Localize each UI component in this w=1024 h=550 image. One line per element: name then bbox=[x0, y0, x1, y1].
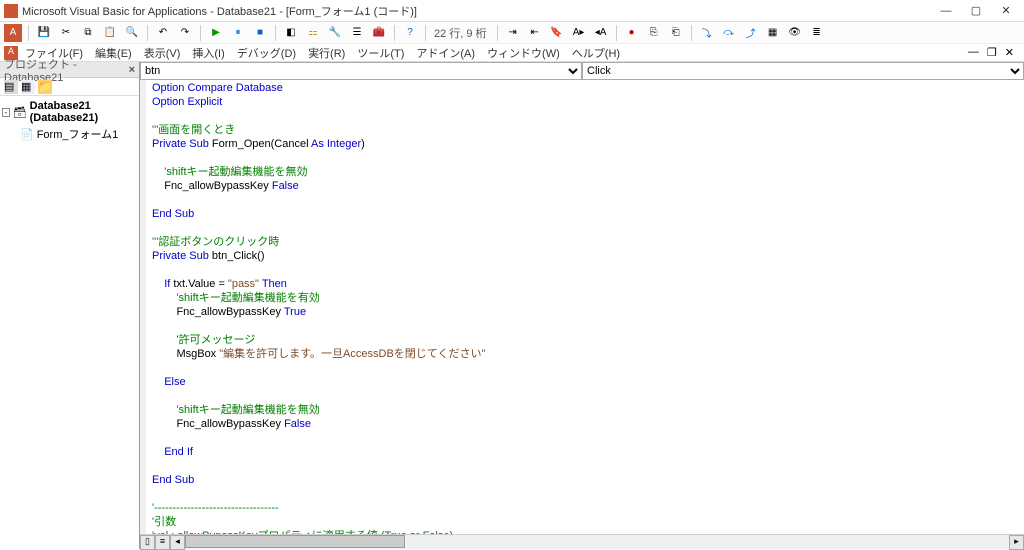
help-icon[interactable]: ? bbox=[401, 24, 419, 42]
procedure-view-icon[interactable]: ≡ bbox=[155, 535, 170, 550]
line-column-indicator: 22 行, 9 桁 bbox=[434, 25, 487, 41]
next-bookmark-icon[interactable]: A▸ bbox=[570, 24, 588, 42]
design-icon[interactable]: ◧ bbox=[282, 24, 300, 42]
menu-run[interactable]: 実行(R) bbox=[303, 44, 350, 62]
tree-item-label: Form_フォーム1 bbox=[37, 126, 119, 142]
menu-debug[interactable]: デバッグ(D) bbox=[232, 44, 301, 62]
stepover-icon[interactable]: ⤼ bbox=[720, 24, 738, 42]
minimize-button[interactable]: — bbox=[940, 5, 952, 17]
find-icon[interactable]: 🔍 bbox=[123, 24, 141, 42]
browser-icon[interactable]: ☰ bbox=[348, 24, 366, 42]
mdi-restore-button[interactable]: ❐ bbox=[987, 46, 997, 59]
window-title: Microsoft Visual Basic for Applications … bbox=[22, 3, 940, 19]
break-icon[interactable]: ⏸ bbox=[229, 24, 247, 42]
view-object-icon[interactable]: ▦ bbox=[21, 80, 35, 94]
tree-root[interactable]: - 🗃 Database21 (Database21) bbox=[2, 99, 137, 125]
watch-icon[interactable]: 👁 bbox=[786, 24, 804, 42]
code-pane: btn Click Option Compare Database Option… bbox=[140, 62, 1024, 549]
object-combo[interactable]: btn bbox=[140, 62, 582, 80]
code-editor[interactable]: Option Compare Database Option Explicit … bbox=[140, 80, 1024, 534]
fullmodule-view-icon[interactable]: ▯ bbox=[140, 535, 155, 550]
paste-icon[interactable]: 📋 bbox=[101, 24, 119, 42]
app-icon bbox=[4, 4, 18, 18]
folder-toggle-icon[interactable]: 📁 bbox=[38, 80, 52, 94]
project-tree[interactable]: - 🗃 Database21 (Database21) 📄 Form_フォーム1 bbox=[0, 96, 139, 549]
menu-insert[interactable]: 挿入(I) bbox=[187, 44, 229, 62]
scrollbar-track[interactable] bbox=[185, 535, 1009, 549]
uncomment-icon[interactable]: ⎗ bbox=[667, 24, 685, 42]
indent-icon[interactable]: ⇥ bbox=[504, 24, 522, 42]
horizontal-scrollbar[interactable]: ▯ ≡ ◂ ▸ bbox=[140, 534, 1024, 549]
stepinto-icon[interactable]: ⤵ bbox=[698, 24, 716, 42]
prev-bookmark-icon[interactable]: ◂A bbox=[592, 24, 610, 42]
access-icon[interactable]: A bbox=[4, 24, 22, 42]
bookmark-icon[interactable]: 🔖 bbox=[548, 24, 566, 42]
project-icon[interactable]: ⚏ bbox=[304, 24, 322, 42]
project-toolbar: ▤ ▦ 📁 bbox=[0, 78, 139, 96]
locals-icon[interactable]: ▦ bbox=[764, 24, 782, 42]
copy-icon[interactable]: ⧉ bbox=[79, 24, 97, 42]
project-explorer: プロジェクト - Database21 × ▤ ▦ 📁 - 🗃 Database… bbox=[0, 62, 140, 549]
procedure-combo[interactable]: Click bbox=[582, 62, 1024, 80]
window-buttons: — ▢ ✕ bbox=[940, 5, 1020, 17]
toolbox-icon[interactable]: 🧰 bbox=[370, 24, 388, 42]
standard-toolbar: A 💾 ✂ ⧉ 📋 🔍 ↶ ↷ ▶ ⏸ ■ ◧ ⚏ 🔧 ☰ 🧰 ? 22 行, … bbox=[0, 22, 1024, 44]
run-icon[interactable]: ▶ bbox=[207, 24, 225, 42]
maximize-button[interactable]: ▢ bbox=[970, 5, 982, 17]
form-icon: 📄 bbox=[20, 128, 34, 141]
mdi-buttons: — ❐ ✕ bbox=[968, 46, 1020, 59]
stepout-icon[interactable]: ⤴ bbox=[742, 24, 760, 42]
menu-window[interactable]: ウィンドウ(W) bbox=[482, 44, 565, 62]
menu-addins[interactable]: アドイン(A) bbox=[411, 44, 480, 62]
project-icon: 🗃 bbox=[13, 106, 27, 119]
undo-icon[interactable]: ↶ bbox=[154, 24, 172, 42]
mdi-close-button[interactable]: ✕ bbox=[1005, 46, 1014, 59]
close-button[interactable]: ✕ bbox=[1000, 5, 1012, 17]
project-close-button[interactable]: × bbox=[129, 64, 135, 76]
code-combos: btn Click bbox=[140, 62, 1024, 80]
scroll-left-icon[interactable]: ◂ bbox=[170, 535, 185, 550]
tree-root-label: Database21 (Database21) bbox=[30, 100, 137, 124]
callstack-icon[interactable]: ≣ bbox=[808, 24, 826, 42]
reset-icon[interactable]: ■ bbox=[251, 24, 269, 42]
cut-icon[interactable]: ✂ bbox=[57, 24, 75, 42]
comment-icon[interactable]: ⎘ bbox=[645, 24, 663, 42]
breakpoint-icon[interactable]: ● bbox=[623, 24, 641, 42]
menu-help[interactable]: ヘルプ(H) bbox=[567, 44, 625, 62]
properties-icon[interactable]: 🔧 bbox=[326, 24, 344, 42]
main-area: プロジェクト - Database21 × ▤ ▦ 📁 - 🗃 Database… bbox=[0, 62, 1024, 549]
menu-tools[interactable]: ツール(T) bbox=[352, 44, 409, 62]
outdent-icon[interactable]: ⇤ bbox=[526, 24, 544, 42]
save-icon[interactable]: 💾 bbox=[35, 24, 53, 42]
redo-icon[interactable]: ↷ bbox=[176, 24, 194, 42]
project-header: プロジェクト - Database21 × bbox=[0, 62, 139, 78]
scroll-right-icon[interactable]: ▸ bbox=[1009, 535, 1024, 550]
menu-bar: A ファイル(F) 編集(E) 表示(V) 挿入(I) デバッグ(D) 実行(R… bbox=[0, 44, 1024, 62]
tree-toggle-icon[interactable]: - bbox=[2, 108, 10, 117]
mdi-minimize-button[interactable]: — bbox=[968, 46, 979, 59]
scrollbar-thumb[interactable] bbox=[185, 535, 405, 548]
view-code-icon[interactable]: ▤ bbox=[4, 80, 18, 94]
tree-item-form[interactable]: 📄 Form_フォーム1 bbox=[2, 125, 137, 143]
titlebar: Microsoft Visual Basic for Applications … bbox=[0, 0, 1024, 22]
menu-view[interactable]: 表示(V) bbox=[139, 44, 186, 62]
